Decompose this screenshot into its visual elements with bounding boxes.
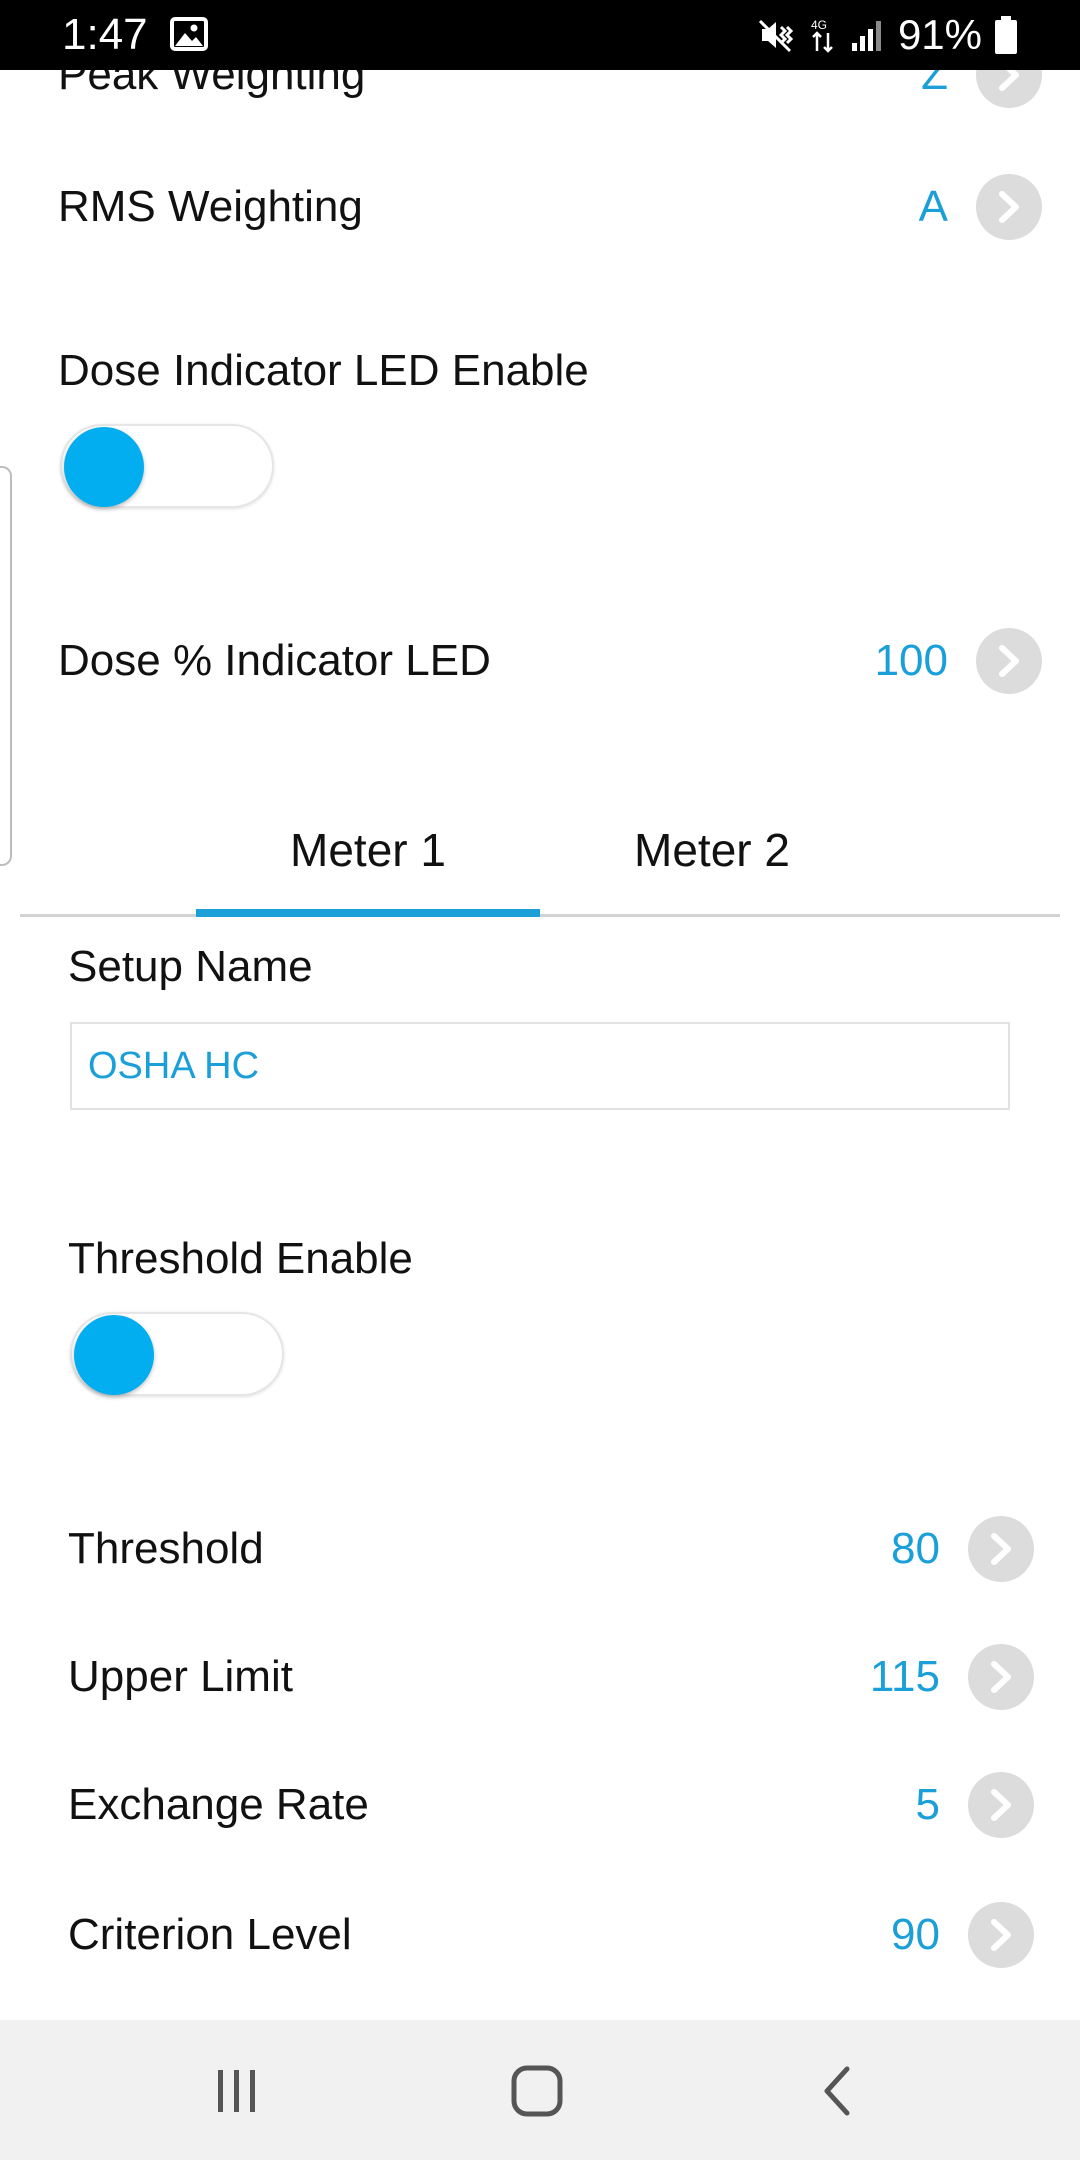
toggle-knob [64,427,144,507]
criterion-level-value: 90 [891,1910,940,1959]
setup-name-label: Setup Name [68,942,313,991]
upper-limit-label: Upper Limit [68,1652,293,1701]
rms-weighting-row[interactable]: RMS Weighting A [0,174,1080,240]
upper-limit-chevron-button[interactable] [968,1644,1034,1710]
criterion-level-row[interactable]: Criterion Level 90 [0,1902,1080,1968]
battery-icon [995,16,1017,54]
status-bar: 1:47 4G 91% [0,0,1080,70]
rms-weighting-chevron-button[interactable] [976,174,1042,240]
tab-meter-2[interactable]: Meter 2 [540,800,884,914]
setup-name-input[interactable] [70,1022,1010,1110]
dose-led-enable-toggle[interactable] [60,424,274,508]
upper-limit-value: 115 [869,1652,940,1701]
signal-icon [851,21,881,51]
chevron-right-icon [991,1789,1011,1821]
threshold-control: 80 [891,1516,1034,1582]
chevron-right-icon [991,1533,1011,1565]
exchange-rate-label: Exchange Rate [68,1780,369,1829]
data-transfer-icon: 4G [811,18,833,53]
recent-apps-icon [218,2070,255,2112]
dose-percent-led-value: 100 [874,636,948,685]
threshold-value: 80 [891,1524,940,1573]
chevron-right-icon [991,1661,1011,1693]
rms-weighting-label: RMS Weighting [58,182,363,231]
dose-percent-led-label: Dose % Indicator LED [58,636,491,685]
dose-percent-led-control: 100 [875,628,1042,694]
screen: 1:47 4G 91% Peak Weighting Z RMS Weighti… [0,0,1080,2160]
chevron-right-icon [999,645,1019,677]
chevron-right-icon [999,191,1019,223]
image-icon [170,17,208,51]
upper-limit-row[interactable]: Upper Limit 115 [0,1644,1080,1710]
rms-weighting-value: A [918,182,948,231]
upper-limit-control: 115 [870,1644,1034,1710]
mute-vibrate-icon [758,19,794,53]
dose-percent-led-row[interactable]: Dose % Indicator LED 100 [0,628,1080,694]
threshold-label: Threshold [68,1524,264,1573]
tab-meter-1[interactable]: Meter 1 [196,800,540,914]
toggle-knob [74,1315,154,1395]
criterion-level-chevron-button[interactable] [968,1902,1034,1968]
meter-tabs: Meter 1 Meter 2 [20,800,1060,917]
dose-led-enable-label: Dose Indicator LED Enable [58,346,589,395]
threshold-row[interactable]: Threshold 80 [0,1516,1080,1582]
dose-percent-led-chevron-button[interactable] [976,628,1042,694]
exchange-rate-value: 5 [915,1780,940,1829]
exchange-rate-row[interactable]: Exchange Rate 5 [0,1772,1080,1838]
back-button[interactable] [802,2056,872,2126]
threshold-enable-toggle[interactable] [70,1312,284,1396]
threshold-chevron-button[interactable] [968,1516,1034,1582]
chevron-right-icon [991,1919,1011,1951]
threshold-enable-label: Threshold Enable [68,1234,413,1283]
home-button[interactable] [502,2056,572,2126]
status-icons: 4G 91% [756,10,1018,60]
criterion-level-control: 90 [891,1902,1034,1968]
active-tab-indicator [196,909,540,917]
exchange-rate-chevron-button[interactable] [968,1772,1034,1838]
svg-text:4G: 4G [811,18,827,32]
rms-weighting-control: A [919,174,1042,240]
system-nav-bar [0,2020,1080,2160]
back-icon [824,2066,850,2116]
recent-apps-button[interactable] [202,2056,272,2126]
battery-percent: 91% [897,11,982,58]
criterion-level-label: Criterion Level [68,1910,352,1959]
home-icon [511,2065,563,2117]
status-time: 1:47 [62,10,148,59]
exchange-rate-control: 5 [916,1772,1034,1838]
